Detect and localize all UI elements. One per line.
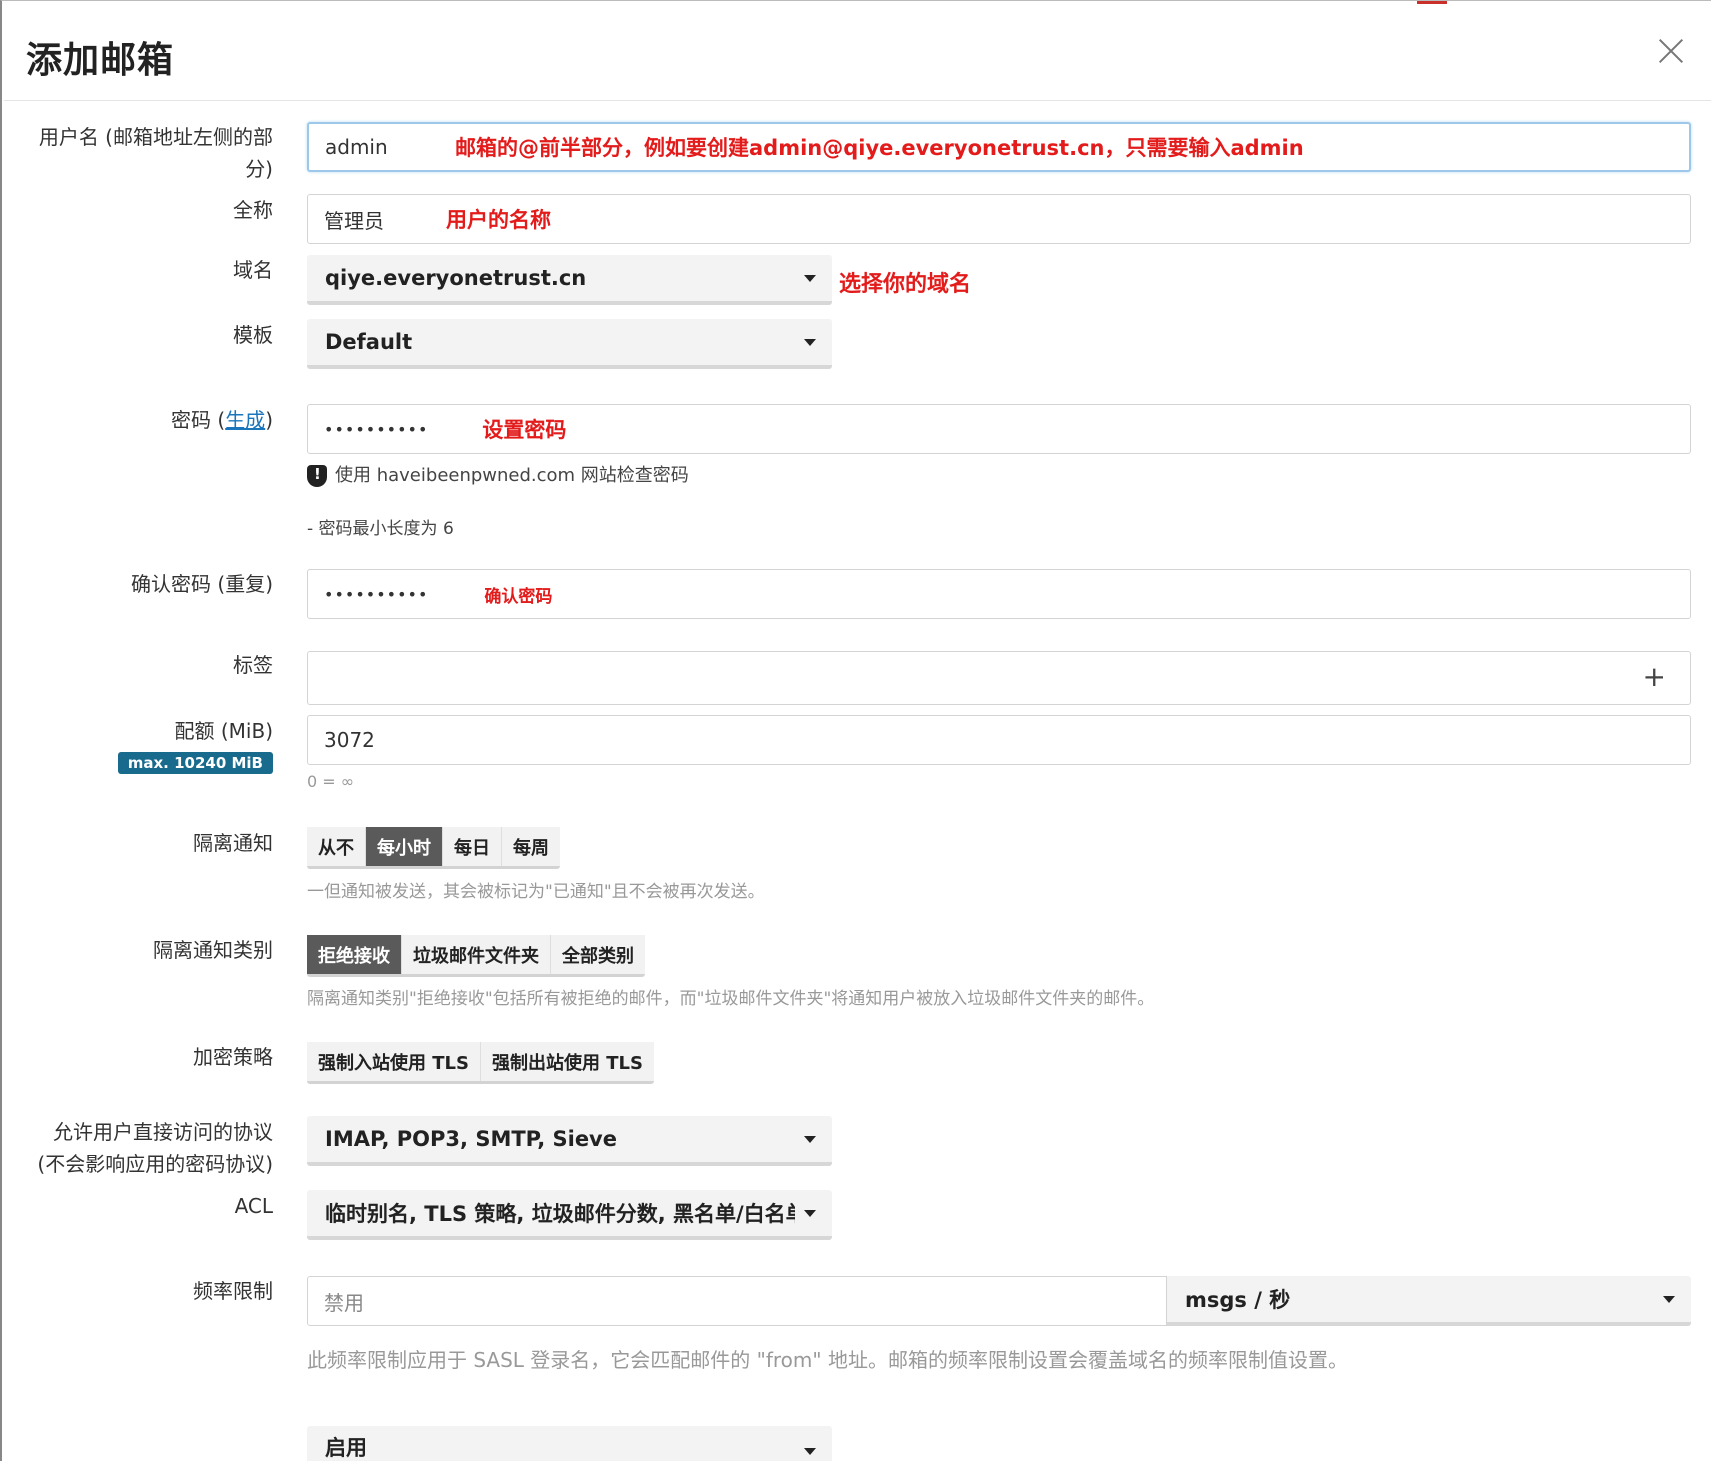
active-select[interactable]: 启用 [307,1426,832,1461]
fullname-value: 管理员 [324,208,384,233]
quarantine-notification-hint: 一但通知被发送，其会被标记为"已通知"且不会被再次发送。 [307,882,765,902]
username-label-cont: 分) [245,157,273,181]
username-label: 用户名 (邮箱地址左侧的部 [38,125,273,149]
quarantine-notify-daily[interactable]: 每日 [443,827,502,866]
chevron-down-icon [804,339,816,346]
rate-limit-label: 频率限制 [193,1279,273,1303]
domain-value: qiye.everyonetrust.cn [325,266,587,290]
shield-icon [307,465,327,487]
add-tag-icon[interactable]: + [1643,660,1666,693]
quarantine-category-rejected[interactable]: 拒绝接收 [307,935,402,974]
protocols-label: 允许用户直接访问的协议 [53,1120,273,1144]
quota-label: 配额 (MiB) [174,719,274,743]
quarantine-category-group: 拒绝接收 垃圾邮件文件夹 全部类别 [307,935,645,977]
tags-input[interactable]: + [307,651,1691,705]
chevron-down-icon [804,1136,816,1143]
quarantine-notify-hourly[interactable]: 每小时 [366,827,443,866]
template-value: Default [325,330,413,354]
rate-limit-unit-select[interactable]: msgs / 秒 [1167,1276,1691,1326]
quarantine-notify-never[interactable]: 从不 [307,827,366,866]
quarantine-notify-weekly[interactable]: 每周 [502,827,560,866]
password-confirm-value: •••••••••• [324,584,429,604]
add-mailbox-dialog: 添加邮箱 用户名 (邮箱地址左侧的部 分) admin 邮箱的@前半部分，例如要… [0,0,1711,1461]
dialog-title: 添加邮箱 [26,40,175,81]
fullname-input[interactable]: 管理员 用户的名称 [307,194,1691,244]
chevron-down-icon [1663,1296,1675,1303]
rate-limit-hint: 此频率限制应用于 SASL 登录名，它会匹配邮件的 "from" 地址。邮箱的频… [307,1348,1348,1372]
quarantine-notification-group: 从不 每小时 每日 每周 [307,827,560,869]
force-outbound-tls[interactable]: 强制出站使用 TLS [480,1042,654,1081]
fullname-annotation: 用户的名称 [446,208,551,232]
quarantine-notification-label: 隔离通知 [193,831,273,855]
active-value: 启用 [325,1436,367,1460]
close-icon[interactable] [1651,31,1691,71]
username-annotation: 邮箱的@前半部分，例如要创建admin@qiye.everyonetrust.c… [455,136,1304,160]
rate-limit-placeholder: 禁用 [324,1290,364,1315]
username-value: admin [325,135,388,159]
template-select[interactable]: Default [307,319,832,369]
template-label: 模板 [233,323,273,347]
quarantine-category-junk[interactable]: 垃圾邮件文件夹 [402,935,551,974]
quarantine-category-hint: 隔离通知类别"拒绝接收"包括所有被拒绝的邮件，而"垃圾邮件文件夹"将通知用户被放… [307,989,1155,1009]
generate-password-link[interactable]: 生成 [225,408,265,432]
acl-value: 临时别名, TLS 策略, 垃圾邮件分数, 黑名单/白名单, [325,1202,795,1226]
protocols-value: IMAP, POP3, SMTP, Sieve [325,1127,617,1151]
force-inbound-tls[interactable]: 强制入站使用 TLS [307,1042,481,1081]
pwned-check-toggle[interactable]: 使用 haveibeenpwned.com 网站检查密码 [307,461,689,487]
protocols-select[interactable]: IMAP, POP3, SMTP, Sieve [307,1116,832,1166]
rate-limit-input[interactable]: 禁用 [307,1276,1167,1326]
quota-input[interactable]: 3072 [307,715,1691,765]
acl-label: ACL [234,1194,273,1218]
quota-value: 3072 [324,728,375,752]
password-min-length-hint: - 密码最小长度为 6 [307,519,454,539]
encryption-policy-label: 加密策略 [193,1045,273,1069]
password-confirm-annotation: 确认密码 [484,586,553,607]
protocols-label-cont: (不会影响应用的密码协议) [37,1152,273,1176]
quarantine-category-label: 隔离通知类别 [153,938,273,962]
chevron-down-icon [804,1210,816,1217]
password-label: 密码 (生成) [171,408,273,432]
password-value: •••••••••• [324,419,429,439]
chevron-down-icon [804,275,816,282]
password-input[interactable]: •••••••••• 设置密码 [307,404,1691,454]
username-input[interactable]: admin 邮箱的@前半部分，例如要创建admin@qiye.everyonet… [307,122,1691,172]
domain-select[interactable]: qiye.everyonetrust.cn [307,255,832,305]
domain-annotation: 选择你的域名 [839,272,972,297]
password-confirm-label: 确认密码 (重复) [131,572,273,596]
dialog-header: 添加邮箱 [4,1,1711,101]
quota-hint: 0 = ∞ [307,772,355,791]
pwned-check-text: 使用 haveibeenpwned.com 网站检查密码 [335,465,689,486]
domain-label: 域名 [233,258,273,282]
quarantine-category-all[interactable]: 全部类别 [551,935,645,974]
password-annotation: 设置密码 [482,418,567,442]
password-confirm-input[interactable]: •••••••••• 确认密码 [307,569,1691,619]
rate-limit-unit: msgs / 秒 [1185,1288,1291,1312]
fullname-label: 全称 [233,198,273,222]
tags-label: 标签 [233,653,273,677]
acl-select[interactable]: 临时别名, TLS 策略, 垃圾邮件分数, 黑名单/白名单, [307,1190,832,1240]
encryption-policy-group: 强制入站使用 TLS 强制出站使用 TLS [307,1042,654,1084]
chevron-down-icon [804,1448,816,1455]
quota-max-badge: max. 10240 MiB [117,752,273,774]
